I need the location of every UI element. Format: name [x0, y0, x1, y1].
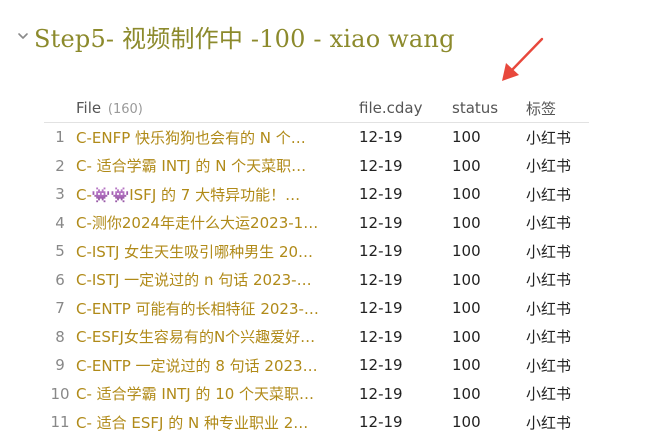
file-count: (160) — [107, 102, 143, 117]
row-number: 1 — [55, 128, 65, 147]
cell-cday: 12-19 — [359, 242, 403, 261]
cell-status: 100 — [452, 413, 481, 432]
cell-cday: 12-19 — [359, 156, 403, 175]
file-link[interactable]: C-👾👾ISFJ 的 7 大特异功能！… — [76, 180, 359, 209]
column-file-label: File — [76, 99, 102, 117]
table-header-row: File (160) file.cday status 标签 — [44, 94, 589, 123]
cell-cday: 12-19 — [359, 270, 403, 289]
file-link[interactable]: C-ESFJ女生容易有的N个兴趣爱好… — [76, 323, 359, 352]
row-number: 2 — [55, 156, 65, 175]
column-header-num — [44, 94, 76, 123]
cell-status: 100 — [452, 384, 481, 403]
cell-status: 100 — [452, 213, 481, 232]
cell-tag: 小红书 — [526, 328, 572, 347]
table-row: 11 C- 适合 ESFJ 的 N 种专业职业 2… 12-19 100 小红书 — [44, 408, 589, 437]
cell-cday: 12-19 — [359, 213, 403, 232]
heading-title: Step5- 视频制作中 -100 - xiao wang — [34, 24, 455, 53]
cell-status: 100 — [452, 185, 481, 204]
row-number: 9 — [55, 356, 65, 375]
file-link[interactable]: C-测你2024年走什么大运2023-1… — [76, 209, 359, 238]
row-number: 5 — [55, 242, 65, 261]
column-header-day[interactable]: file.cday — [359, 94, 452, 123]
file-link[interactable]: C-ISTJ 一定说过的 n 句话 2023-… — [76, 266, 359, 295]
table-row: 5 C-ISTJ 女生天生吸引哪种男生 20… 12-19 100 小红书 — [44, 237, 589, 266]
table-row: 9 C-ENTP 一定说过的 8 句话 2023… 12-19 100 小红书 — [44, 351, 589, 380]
section-heading: Step5- 视频制作中 -100 - xiao wang — [12, 18, 455, 54]
table-row: 3 C-👾👾ISFJ 的 7 大特异功能！… 12-19 100 小红书 — [44, 180, 589, 209]
row-number: 6 — [55, 270, 65, 289]
row-number: 8 — [55, 327, 65, 346]
cell-cday: 12-19 — [359, 299, 403, 318]
file-link[interactable]: C-ENTP 可能有的长相特征 2023-… — [76, 294, 359, 323]
table-row: 8 C-ESFJ女生容易有的N个兴趣爱好… 12-19 100 小红书 — [44, 323, 589, 352]
table-row: 2 C- 适合学霸 INTJ 的 N 个天菜职… 12-19 100 小红书 — [44, 152, 589, 181]
file-link[interactable]: C-ISTJ 女生天生吸引哪种男生 20… — [76, 237, 359, 266]
file-link[interactable]: C-ENFP 快乐狗狗也会有的 N 个… — [76, 123, 359, 152]
cell-tag: 小红书 — [526, 185, 572, 204]
cell-status: 100 — [452, 156, 481, 175]
cell-status: 100 — [452, 327, 481, 346]
cell-cday: 12-19 — [359, 413, 403, 432]
table-row: 6 C-ISTJ 一定说过的 n 句话 2023-… 12-19 100 小红书 — [44, 266, 589, 295]
table-row: 10 C- 适合学霸 INTJ 的 10 个天菜职… 12-19 100 小红书 — [44, 380, 589, 409]
column-header-status[interactable]: status — [452, 94, 526, 123]
cell-tag: 小红书 — [526, 214, 572, 233]
row-number: 10 — [50, 384, 70, 403]
cell-status: 100 — [452, 128, 481, 147]
cell-tag: 小红书 — [526, 128, 572, 147]
column-header-tag[interactable]: 标签 — [526, 94, 589, 123]
table-row: 4 C-测你2024年走什么大运2023-1… 12-19 100 小红书 — [44, 209, 589, 238]
row-number: 3 — [55, 185, 65, 204]
cell-tag: 小红书 — [526, 356, 572, 375]
cell-cday: 12-19 — [359, 356, 403, 375]
cell-tag: 小红书 — [526, 242, 572, 261]
cell-status: 100 — [452, 299, 481, 318]
column-header-file[interactable]: File (160) — [76, 94, 359, 123]
cell-status: 100 — [452, 356, 481, 375]
cell-cday: 12-19 — [359, 128, 403, 147]
file-link[interactable]: C- 适合学霸 INTJ 的 N 个天菜职… — [76, 152, 359, 181]
table-row: 7 C-ENTP 可能有的长相特征 2023-… 12-19 100 小红书 — [44, 294, 589, 323]
cell-cday: 12-19 — [359, 384, 403, 403]
cell-cday: 12-19 — [359, 327, 403, 346]
cell-tag: 小红书 — [526, 271, 572, 290]
row-number: 11 — [50, 413, 70, 432]
file-link[interactable]: C- 适合学霸 INTJ 的 10 个天菜职… — [76, 380, 359, 409]
dataview-table: File (160) file.cday status 标签 1 C-ENFP 快… — [44, 94, 589, 437]
cell-status: 100 — [452, 270, 481, 289]
cell-status: 100 — [452, 242, 481, 261]
cell-cday: 12-19 — [359, 185, 403, 204]
file-link[interactable]: C-ENTP 一定说过的 8 句话 2023… — [76, 351, 359, 380]
cell-tag: 小红书 — [526, 385, 572, 404]
row-number: 7 — [55, 299, 65, 318]
cell-tag: 小红书 — [526, 413, 572, 432]
cell-tag: 小红书 — [526, 157, 572, 176]
chevron-down-icon[interactable] — [12, 25, 34, 47]
row-number: 4 — [55, 213, 65, 232]
cell-tag: 小红书 — [526, 299, 572, 318]
red-arrow-icon — [502, 37, 544, 81]
table-row: 1 C-ENFP 快乐狗狗也会有的 N 个… 12-19 100 小红书 — [44, 123, 589, 152]
file-link[interactable]: C- 适合 ESFJ 的 N 种专业职业 2… — [76, 408, 359, 437]
